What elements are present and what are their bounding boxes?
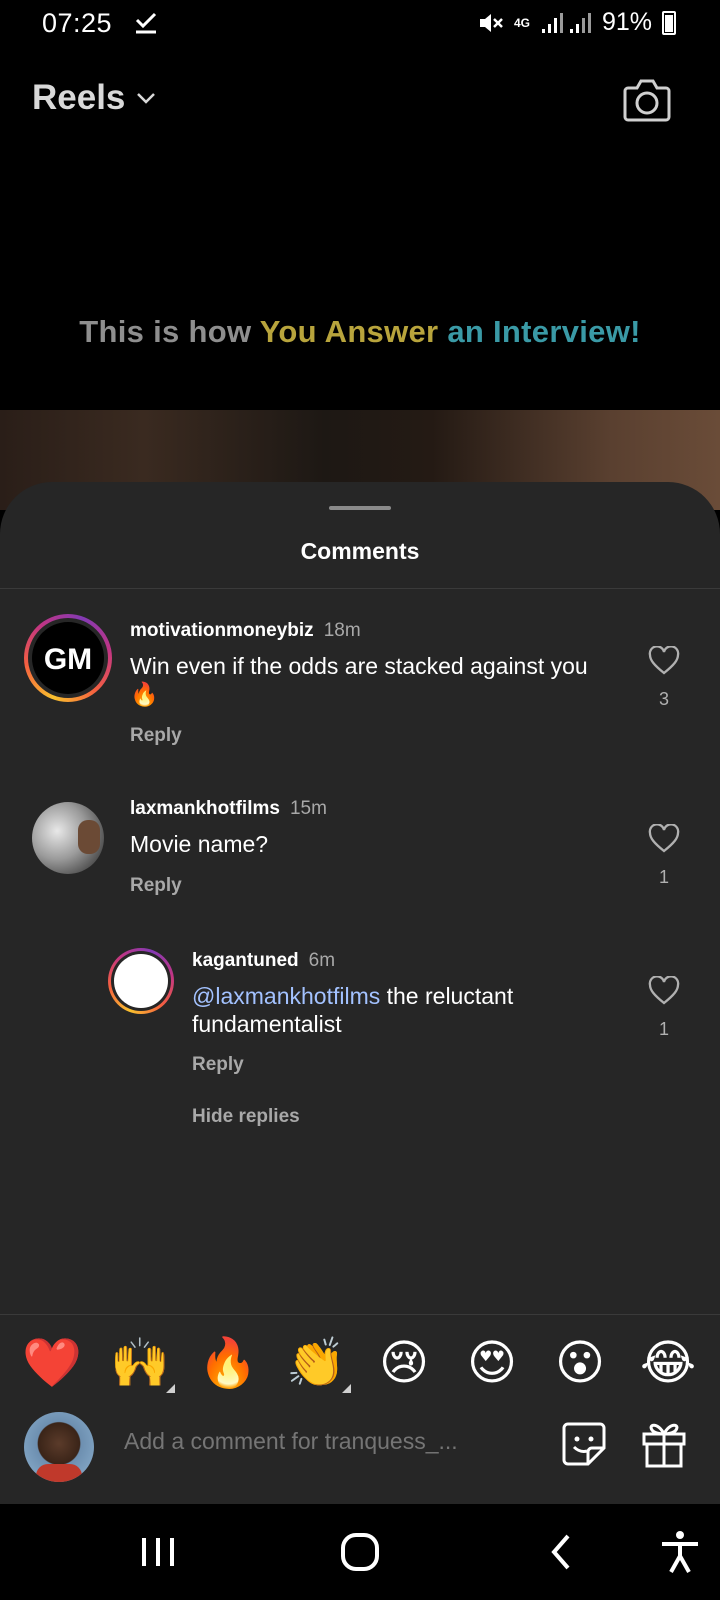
hide-replies-button[interactable]: Hide replies [192,1106,300,1128]
sheet-drag-handle[interactable] [329,506,391,510]
comment-text: Movie name? [130,831,269,857]
download-done-icon [135,12,157,34]
reels-dropdown[interactable]: Reels [32,78,157,118]
emoji-laughing[interactable]: 😂 [636,1332,700,1396]
emoji-clapping[interactable]: 👏 [284,1332,348,1396]
user-avatar [24,1412,94,1482]
chevron-down-icon [137,93,156,104]
comment-meta: motivationmoneybiz 18m [130,620,361,642]
system-nav-bar [0,1504,720,1600]
timestamp: 15m [289,798,327,819]
emoji-heart[interactable]: ❤️ [20,1332,84,1396]
avatar: GM [32,622,104,694]
like-button[interactable]: 1 [644,823,684,888]
comment-text: @laxmankhotfilms the reluctant fundament… [192,982,572,1038]
status-icons: 4G 91% [478,8,676,37]
comment-input-row [0,1406,720,1486]
heart-icon [648,823,680,853]
gm-logo-icon: GM [44,643,92,676]
camera-icon[interactable] [622,76,672,124]
divider [0,588,720,589]
page-title: Reels [32,78,126,117]
emoji-fire[interactable]: 🔥 [196,1332,260,1396]
heart-icon [648,645,680,675]
heart-icon [648,975,680,1005]
comment-text: Win even if the odds are stacked against… [130,653,588,707]
signal-icon [541,12,591,33]
username[interactable]: motivationmoneybiz [130,620,314,641]
gift-icon[interactable] [640,1418,688,1470]
accessibility-icon[interactable] [656,1528,704,1576]
status-time: 07:25 [42,8,113,38]
like-count: 3 [658,689,669,709]
comment-meta: laxmankhotfilms 15m [130,798,327,820]
username[interactable]: kagantuned [192,950,299,971]
reply-button[interactable]: Reply [130,875,182,897]
svg-text:GM: GM [44,643,92,676]
like-count: 1 [658,1019,669,1039]
story-ring[interactable] [108,948,174,1014]
comment-meta: kagantuned 6m [192,950,335,972]
mention-link[interactable]: @laxmankhotfilms [192,983,380,1009]
reply-button[interactable]: Reply [192,1054,244,1076]
timestamp: 18m [323,620,361,641]
timestamp: 6m [308,950,336,971]
reply-button[interactable]: Reply [130,725,182,747]
caption-part3: an Interview! [447,314,641,349]
status-bar: 07:25 4G 91% [0,0,720,46]
battery-percent: 91% [601,8,652,36]
emoji-crying[interactable]: 😢 [372,1332,436,1396]
skin-tone-indicator [166,1384,175,1393]
like-count: 1 [658,867,669,887]
sheet-title: Comments [300,538,420,564]
emoji-surprised[interactable]: 😮 [548,1332,612,1396]
caption-part1: This is how [79,314,260,349]
skin-tone-indicator [342,1384,351,1393]
home-icon[interactable] [336,1528,384,1576]
avatar [114,954,168,1008]
recent-apps-icon[interactable] [134,1528,182,1576]
battery-icon [662,10,676,35]
caption-part2: You Answer [259,314,448,349]
emoji-heart-eyes[interactable]: 😍 [460,1332,524,1396]
sticker-icon[interactable] [560,1420,608,1468]
comment-input[interactable] [124,1428,524,1455]
back-icon[interactable] [538,1528,586,1576]
network-type: 4G [513,15,530,30]
video-caption: This is how You Answer an Interview! [0,314,720,350]
like-button[interactable]: 3 [644,645,684,710]
emoji-quick-reactions: ❤️ 🙌 🔥 👏 😢 😍 😮 😂 [0,1332,720,1396]
emoji-raising-hands[interactable]: 🙌 [108,1332,172,1396]
story-ring[interactable]: GM [24,614,112,702]
divider [0,1314,720,1315]
username[interactable]: laxmankhotfilms [130,798,280,819]
avatar[interactable] [32,802,104,874]
mute-icon [479,13,503,32]
like-button[interactable]: 1 [644,975,684,1040]
